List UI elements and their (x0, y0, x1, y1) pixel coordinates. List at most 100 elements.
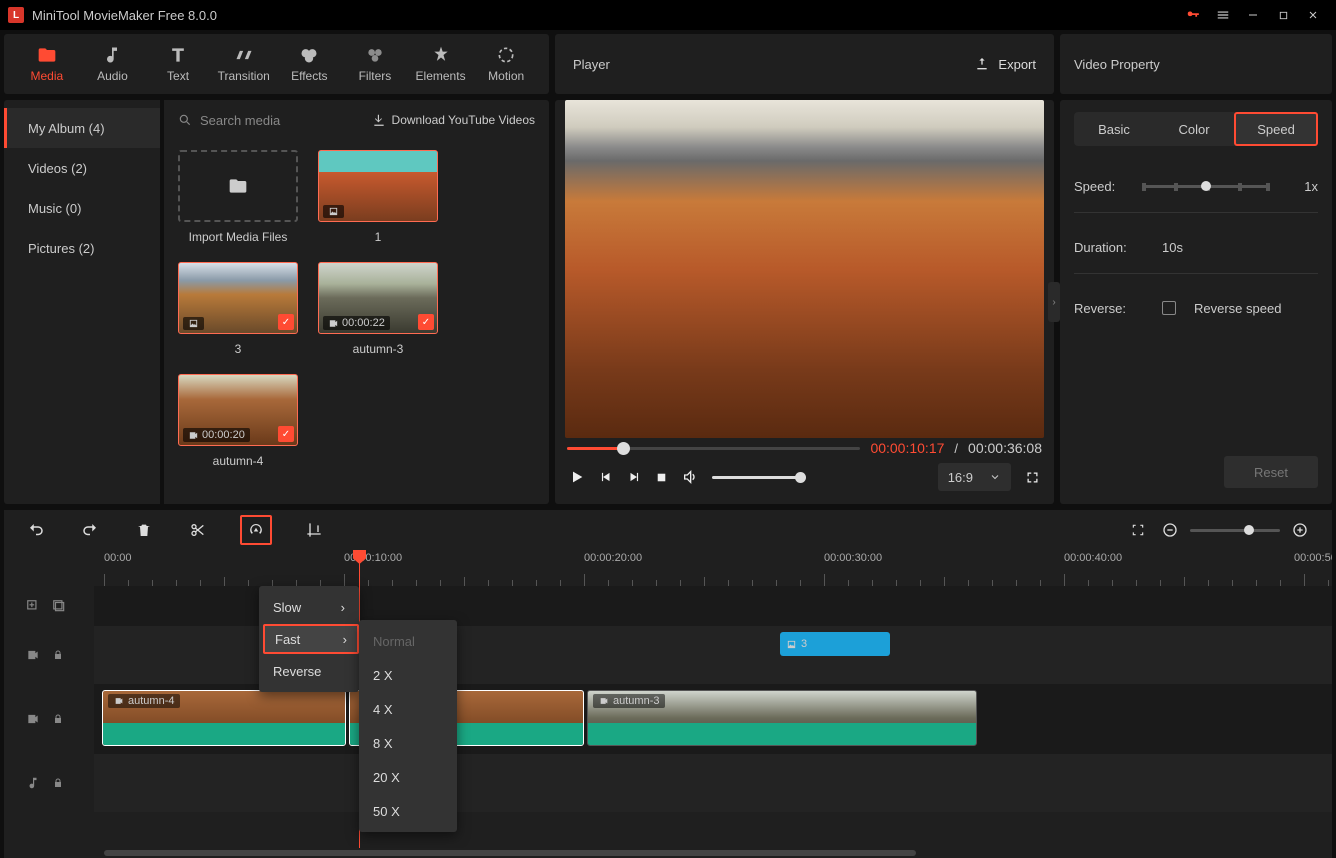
ctx-20x[interactable]: 20 X (359, 760, 457, 794)
volume-button[interactable] (682, 469, 698, 485)
tab-text[interactable]: Text (145, 36, 211, 92)
tab-transition[interactable]: Transition (211, 36, 277, 92)
tab-motion-label: Motion (488, 69, 524, 83)
player-header: Player Export (555, 34, 1054, 94)
timeline-lanes[interactable]: 00:00 00:00:10:00 00:00:20:00 00:00:30:0… (94, 550, 1332, 848)
toolbar-tabs: Media Audio Text Transition Effects Filt… (4, 34, 549, 94)
speed-button[interactable] (240, 515, 272, 545)
ctx-8x[interactable]: 8 X (359, 726, 457, 760)
key-icon[interactable] (1178, 0, 1208, 30)
timeline-scrollbar[interactable] (4, 848, 1332, 858)
play-button[interactable] (569, 469, 585, 485)
check-icon: ✓ (278, 314, 294, 330)
ctx-50x[interactable]: 50 X (359, 794, 457, 828)
fit-zoom-button[interactable] (1126, 518, 1150, 542)
tab-effects[interactable]: Effects (277, 36, 343, 92)
volume-slider[interactable] (712, 476, 802, 479)
undo-button[interactable] (24, 518, 48, 542)
ctx-normal[interactable]: Normal (359, 624, 457, 658)
search-input[interactable]: Search media (178, 113, 280, 128)
delete-button[interactable] (132, 518, 156, 542)
lane-head-pip (4, 626, 94, 684)
player-panel: › 00:00:10:17 / 00:00:36:08 16:9 (555, 100, 1054, 504)
video-icon: 00:00:20 (183, 428, 250, 442)
sidebar-item-music[interactable]: Music (0) (4, 188, 160, 228)
import-media-button[interactable] (178, 150, 298, 222)
collapse-handle[interactable]: › (1048, 282, 1060, 322)
clip-autumn4[interactable]: autumn-4 (102, 690, 346, 746)
minimize-button[interactable] (1238, 0, 1268, 30)
app-title: MiniTool MovieMaker Free 8.0.0 (32, 8, 217, 23)
crop-button[interactable] (302, 518, 326, 542)
zoom-in-button[interactable] (1288, 518, 1312, 542)
lane-head-overlay (4, 586, 94, 626)
property-title: Video Property (1074, 57, 1160, 72)
redo-button[interactable] (78, 518, 102, 542)
lane-video[interactable]: autumn-4 autumn-3 (94, 684, 1332, 754)
maximize-button[interactable] (1268, 0, 1298, 30)
next-button[interactable] (627, 470, 641, 484)
property-header: Video Property (1060, 34, 1332, 94)
ctx-2x[interactable]: 2 X (359, 658, 457, 692)
chevron-right-icon: › (343, 632, 347, 647)
zoom-slider[interactable] (1190, 529, 1280, 532)
prop-tab-color[interactable]: Color (1154, 112, 1234, 146)
timeline-panel: 00:00 00:00:10:00 00:00:20:00 00:00:30:0… (4, 510, 1332, 858)
reverse-label: Reverse: (1074, 301, 1132, 316)
sidebar-item-myalbum[interactable]: My Album (4) (4, 108, 160, 148)
split-button[interactable] (186, 518, 210, 542)
export-button[interactable]: Export (974, 56, 1036, 72)
video-icon (599, 696, 609, 706)
stop-button[interactable] (655, 471, 668, 484)
close-button[interactable] (1298, 0, 1328, 30)
clip-autumn3[interactable]: autumn-3 (587, 690, 977, 746)
download-youtube-link[interactable]: Download YouTube Videos (372, 113, 535, 127)
tab-audio[interactable]: Audio (80, 36, 146, 92)
tab-audio-label: Audio (97, 69, 128, 83)
lane-audio[interactable] (94, 754, 1332, 812)
video-icon (26, 712, 40, 726)
ctx-4x[interactable]: 4 X (359, 692, 457, 726)
titlebar: L MiniTool MovieMaker Free 8.0.0 (0, 0, 1336, 30)
sidebar-item-pictures[interactable]: Pictures (2) (4, 228, 160, 268)
lock-icon[interactable] (52, 713, 64, 725)
sidebar-item-videos[interactable]: Videos (2) (4, 148, 160, 188)
duration-value: 10s (1162, 240, 1183, 255)
timeline-ruler[interactable]: 00:00 00:00:10:00 00:00:20:00 00:00:30:0… (94, 550, 1332, 586)
menu-icon[interactable] (1208, 0, 1238, 30)
prop-tab-basic[interactable]: Basic (1074, 112, 1154, 146)
video-preview[interactable] (565, 100, 1044, 438)
aspect-ratio-select[interactable]: 16:9 (938, 463, 1011, 491)
thumb-label-autumn4: autumn-4 (213, 454, 264, 468)
property-panel: Basic Color Speed Speed: 1x Duration: 10… (1060, 100, 1332, 504)
tab-elements[interactable]: Elements (408, 36, 474, 92)
check-icon: ✓ (278, 426, 294, 442)
fullscreen-button[interactable] (1025, 470, 1040, 485)
media-thumb-1[interactable] (318, 150, 438, 222)
media-thumb-3[interactable]: ✓ (178, 262, 298, 334)
lock-icon[interactable] (52, 777, 64, 789)
zoom-out-button[interactable] (1158, 518, 1182, 542)
speed-slider[interactable] (1142, 185, 1270, 188)
tab-filters[interactable]: Filters (342, 36, 408, 92)
reverse-check-label: Reverse speed (1194, 301, 1281, 316)
reset-button[interactable]: Reset (1224, 456, 1318, 488)
image-icon (183, 317, 204, 330)
progress-slider[interactable] (567, 447, 860, 450)
prop-tab-speed[interactable]: Speed (1234, 112, 1318, 146)
tab-motion[interactable]: Motion (473, 36, 539, 92)
media-thumb-autumn4[interactable]: 00:00:20 ✓ (178, 374, 298, 446)
ctx-reverse[interactable]: Reverse (259, 654, 359, 688)
add-track-icon[interactable] (26, 599, 40, 613)
tab-media[interactable]: Media (14, 36, 80, 92)
tab-transition-label: Transition (218, 69, 270, 83)
ctx-slow[interactable]: Slow› (259, 590, 359, 624)
media-thumb-autumn3[interactable]: 00:00:22 ✓ (318, 262, 438, 334)
ctx-fast[interactable]: Fast› (263, 624, 359, 654)
lock-icon[interactable] (52, 649, 64, 661)
remove-track-icon[interactable] (52, 599, 66, 613)
prev-button[interactable] (599, 470, 613, 484)
reverse-checkbox[interactable] (1162, 301, 1176, 315)
lane-head-video (4, 684, 94, 754)
clip-pic3[interactable]: 3 (780, 632, 890, 656)
